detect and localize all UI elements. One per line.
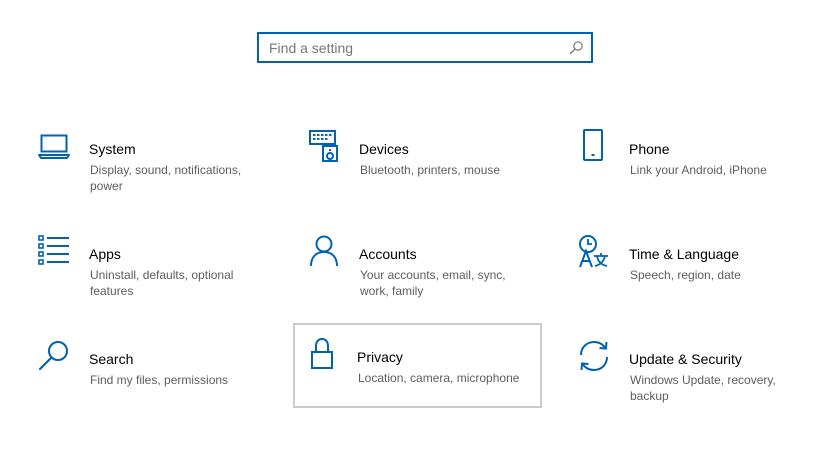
phone-icon xyxy=(577,129,613,165)
apps-list-icon xyxy=(37,234,73,270)
tile-search[interactable]: Search Find my files, permissions xyxy=(35,337,283,421)
tile-title: Search xyxy=(89,351,134,367)
devices-icon xyxy=(307,129,343,165)
tile-title: Devices xyxy=(359,141,409,157)
tile-description: Windows Update, recovery, backup xyxy=(630,373,776,403)
person-icon xyxy=(307,234,343,270)
tile-accounts[interactable]: Accounts Your accounts, email, sync, wor… xyxy=(305,232,553,316)
tile-time-language[interactable]: Time & Language Speech, region, date xyxy=(575,232,823,316)
tile-phone[interactable]: Phone Link your Android, iPhone xyxy=(575,127,823,211)
tile-system[interactable]: System Display, sound, notifications, po… xyxy=(35,127,283,211)
tile-title: System xyxy=(89,141,136,157)
settings-home: System Display, sound, notifications, po… xyxy=(0,0,836,461)
tile-privacy[interactable]: Privacy Location, camera, microphone xyxy=(293,323,542,408)
tile-description: Location, camera, microphone xyxy=(358,371,520,385)
tile-apps[interactable]: Apps Uninstall, defaults, optional featu… xyxy=(35,232,283,316)
tile-title: Privacy xyxy=(357,349,403,365)
time-language-icon xyxy=(577,234,613,270)
tile-description: Find my files, permissions xyxy=(90,373,229,387)
tile-description: Display, sound, notifications, power xyxy=(90,163,242,193)
magnifier-icon[interactable] xyxy=(569,40,584,55)
tile-description: Bluetooth, printers, mouse xyxy=(360,163,501,177)
sync-arrows-icon xyxy=(577,339,613,375)
laptop-icon xyxy=(37,129,73,165)
search-icon xyxy=(37,339,73,375)
tile-description: Speech, region, date xyxy=(630,268,741,282)
tile-description: Link your Android, iPhone xyxy=(630,163,767,177)
tile-title: Apps xyxy=(89,246,121,262)
tile-title: Update & Security xyxy=(629,351,742,367)
search-input[interactable] xyxy=(269,34,559,61)
tile-description: Your accounts, email, sync, work, family xyxy=(360,268,506,298)
tile-title: Accounts xyxy=(359,246,417,262)
tile-update-security[interactable]: Update & Security Windows Update, recove… xyxy=(575,337,823,421)
tile-devices[interactable]: Devices Bluetooth, printers, mouse xyxy=(305,127,553,211)
tile-description: Uninstall, defaults, optional features xyxy=(90,268,234,298)
find-setting-search-box[interactable] xyxy=(257,32,593,63)
tile-title: Time & Language xyxy=(629,246,739,262)
tile-title: Phone xyxy=(629,141,670,157)
lock-icon xyxy=(305,337,341,373)
